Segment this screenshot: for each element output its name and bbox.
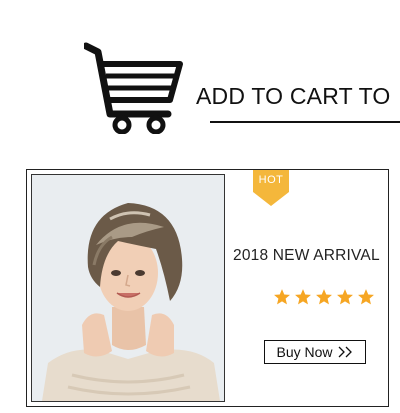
cart-icon (82, 42, 184, 135)
buy-now-button[interactable]: Buy Now (264, 340, 366, 364)
double-chevron-right-icon (338, 346, 352, 358)
star-icon (316, 289, 332, 305)
cart-title: ADD TO CART TO (196, 83, 391, 109)
star-rating (273, 288, 375, 306)
star-icon (295, 289, 311, 305)
product-image[interactable] (31, 174, 225, 402)
star-icon (337, 289, 353, 305)
hot-badge: HOT (253, 170, 289, 208)
hot-badge-label: HOT (258, 174, 284, 186)
product-card[interactable]: HOT 2018 NEW ARRIVAL Buy Now (26, 169, 389, 407)
buy-now-label: Buy Now (276, 344, 333, 360)
star-icon (274, 289, 290, 305)
title-underline (210, 121, 400, 123)
product-headline: 2018 NEW ARRIVAL (233, 247, 380, 264)
star-icon (358, 289, 374, 305)
